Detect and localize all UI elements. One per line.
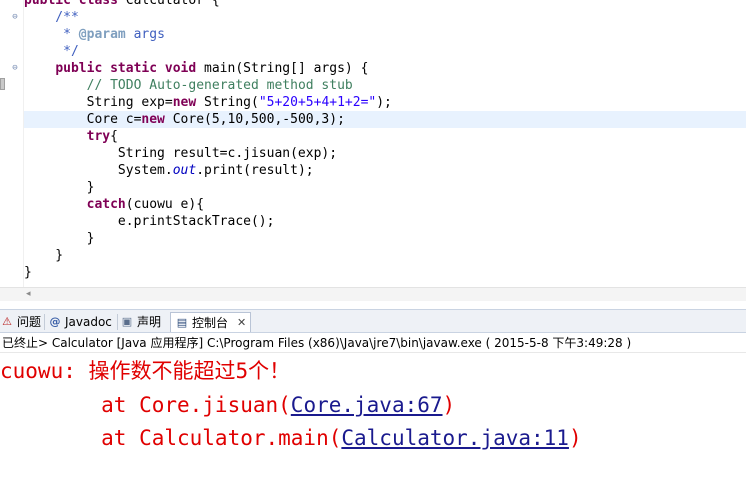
console-icon: ▤ bbox=[176, 315, 188, 329]
panel-tab-bar: ⚠ 问题 @ Javadoc ▣ 声明 ▤ 控制台 ✕ bbox=[0, 309, 746, 333]
code-line[interactable]: public static void main(String[] args) { bbox=[24, 60, 746, 77]
source-link[interactable]: Core.java:67 bbox=[291, 393, 443, 417]
code-line[interactable]: * @param args bbox=[24, 26, 746, 43]
code-token: catch bbox=[86, 197, 126, 212]
code-lines[interactable]: public class Calculator { /** * @param a… bbox=[24, 0, 746, 281]
problems-icon: ⚠ bbox=[2, 315, 12, 328]
code-line[interactable]: */ bbox=[24, 43, 746, 60]
code-line[interactable]: System.out.print(result); bbox=[24, 162, 746, 179]
tab-separator bbox=[44, 314, 45, 330]
stack-trace-suffix: ) bbox=[442, 393, 456, 417]
stack-trace-suffix: ) bbox=[568, 426, 582, 450]
tab-console-label: 控制台 bbox=[192, 315, 229, 330]
code-token: @param bbox=[78, 27, 126, 42]
tab-javadoc[interactable]: @ Javadoc bbox=[48, 312, 112, 332]
code-token: Auto-generated method stub bbox=[141, 78, 353, 93]
tab-declaration[interactable]: ▣ 声明 bbox=[120, 312, 161, 332]
code-token: System. bbox=[24, 163, 173, 178]
code-token: } bbox=[24, 231, 95, 246]
code-token: (cuowu e){ bbox=[125, 197, 205, 212]
stack-trace-prefix: at Core.jisuan( bbox=[0, 393, 291, 417]
code-line[interactable]: String exp=new String("5+20+5+4+1+2="); bbox=[24, 94, 746, 111]
stack-trace-line: at Calculator.main(Calculator.java:11) bbox=[0, 422, 582, 454]
scroll-left-arrow-icon[interactable]: ◂ bbox=[26, 288, 31, 301]
code-token: String exp= bbox=[24, 95, 173, 110]
code-token: .print(result); bbox=[196, 163, 314, 178]
close-icon[interactable]: ✕ bbox=[237, 313, 246, 333]
stack-trace-prefix: at Calculator.main( bbox=[0, 426, 342, 450]
console-error-line: cuowu: 操作数不能超过5个！ bbox=[0, 359, 291, 383]
code-token: main(String[] args) { bbox=[196, 61, 369, 76]
code-token: Core(5,10,500,-500,3); bbox=[164, 112, 345, 127]
code-line[interactable]: try{ bbox=[24, 128, 746, 145]
code-token: */ bbox=[24, 44, 79, 59]
editor-ruler: ⊖ ⊖ bbox=[0, 0, 24, 290]
code-token: Calculator { bbox=[125, 0, 220, 8]
code-line[interactable]: e.printStackTrace(); bbox=[24, 213, 746, 230]
code-line[interactable]: } bbox=[24, 179, 746, 196]
code-token: args bbox=[125, 27, 165, 42]
code-line[interactable]: } bbox=[24, 230, 746, 247]
code-line[interactable]: /** bbox=[24, 9, 746, 26]
tab-problems-label: 问题 bbox=[17, 315, 42, 329]
code-token: public static void bbox=[55, 61, 197, 76]
declaration-icon: ▣ bbox=[121, 315, 133, 328]
source-link[interactable]: Calculator.java:11 bbox=[341, 426, 569, 450]
console-status-header: 已终止> Calculator [Java 应用程序] C:\Program F… bbox=[0, 333, 746, 353]
code-line[interactable]: } bbox=[24, 264, 746, 281]
code-token: } bbox=[24, 248, 64, 263]
code-token: e.printStackTrace(); bbox=[24, 214, 275, 229]
fold-collapse-icon[interactable]: ⊖ bbox=[10, 12, 20, 22]
code-line[interactable]: catch(cuowu e){ bbox=[24, 196, 746, 213]
code-line[interactable]: String result=c.jisuan(exp); bbox=[24, 145, 746, 162]
editor-horizontal-scrollbar[interactable]: ◂ bbox=[0, 287, 746, 301]
code-token: ); bbox=[376, 95, 392, 110]
code-token: { bbox=[110, 129, 118, 144]
tab-problems[interactable]: ⚠ 问题 bbox=[0, 312, 41, 332]
code-token: String( bbox=[196, 95, 259, 110]
code-token: /** bbox=[24, 10, 79, 25]
code-line[interactable]: // TODO Auto-generated method stub bbox=[24, 77, 746, 94]
at-sign-icon: @ bbox=[49, 315, 61, 328]
code-token: * bbox=[24, 27, 79, 42]
code-token: try bbox=[86, 129, 111, 144]
tab-javadoc-label: Javadoc bbox=[65, 315, 112, 329]
code-line[interactable]: public class Calculator { bbox=[24, 0, 746, 9]
overview-marker bbox=[0, 78, 5, 90]
code-editor[interactable]: ⊖ ⊖ public class Calculator { /** * @par… bbox=[0, 0, 746, 290]
code-line[interactable]: Core c=new Core(5,10,500,-500,3); bbox=[24, 111, 746, 128]
code-line[interactable]: } bbox=[24, 247, 746, 264]
stack-trace-line: at Core.jisuan(Core.java:67) bbox=[0, 389, 455, 421]
code-token: Core c= bbox=[24, 112, 142, 127]
code-token: public class bbox=[24, 0, 126, 8]
code-token: TODO bbox=[110, 78, 142, 93]
code-token: String result=c.jisuan(exp); bbox=[24, 146, 338, 161]
code-token: out bbox=[172, 163, 197, 178]
code-token: } bbox=[24, 180, 95, 195]
code-token: new bbox=[141, 112, 165, 127]
code-token: // bbox=[86, 78, 111, 93]
tab-separator bbox=[117, 314, 118, 330]
fold-collapse-icon[interactable]: ⊖ bbox=[10, 63, 20, 73]
console-output[interactable]: cuowu: 操作数不能超过5个！ at Core.jisuan(Core.ja… bbox=[0, 355, 746, 493]
code-token: "5+20+5+4+1+2=" bbox=[258, 95, 377, 110]
tab-console[interactable]: ▤ 控制台 ✕ bbox=[170, 312, 252, 333]
code-token: new bbox=[172, 95, 197, 110]
code-token: } bbox=[24, 265, 32, 280]
tab-declaration-label: 声明 bbox=[137, 315, 162, 329]
